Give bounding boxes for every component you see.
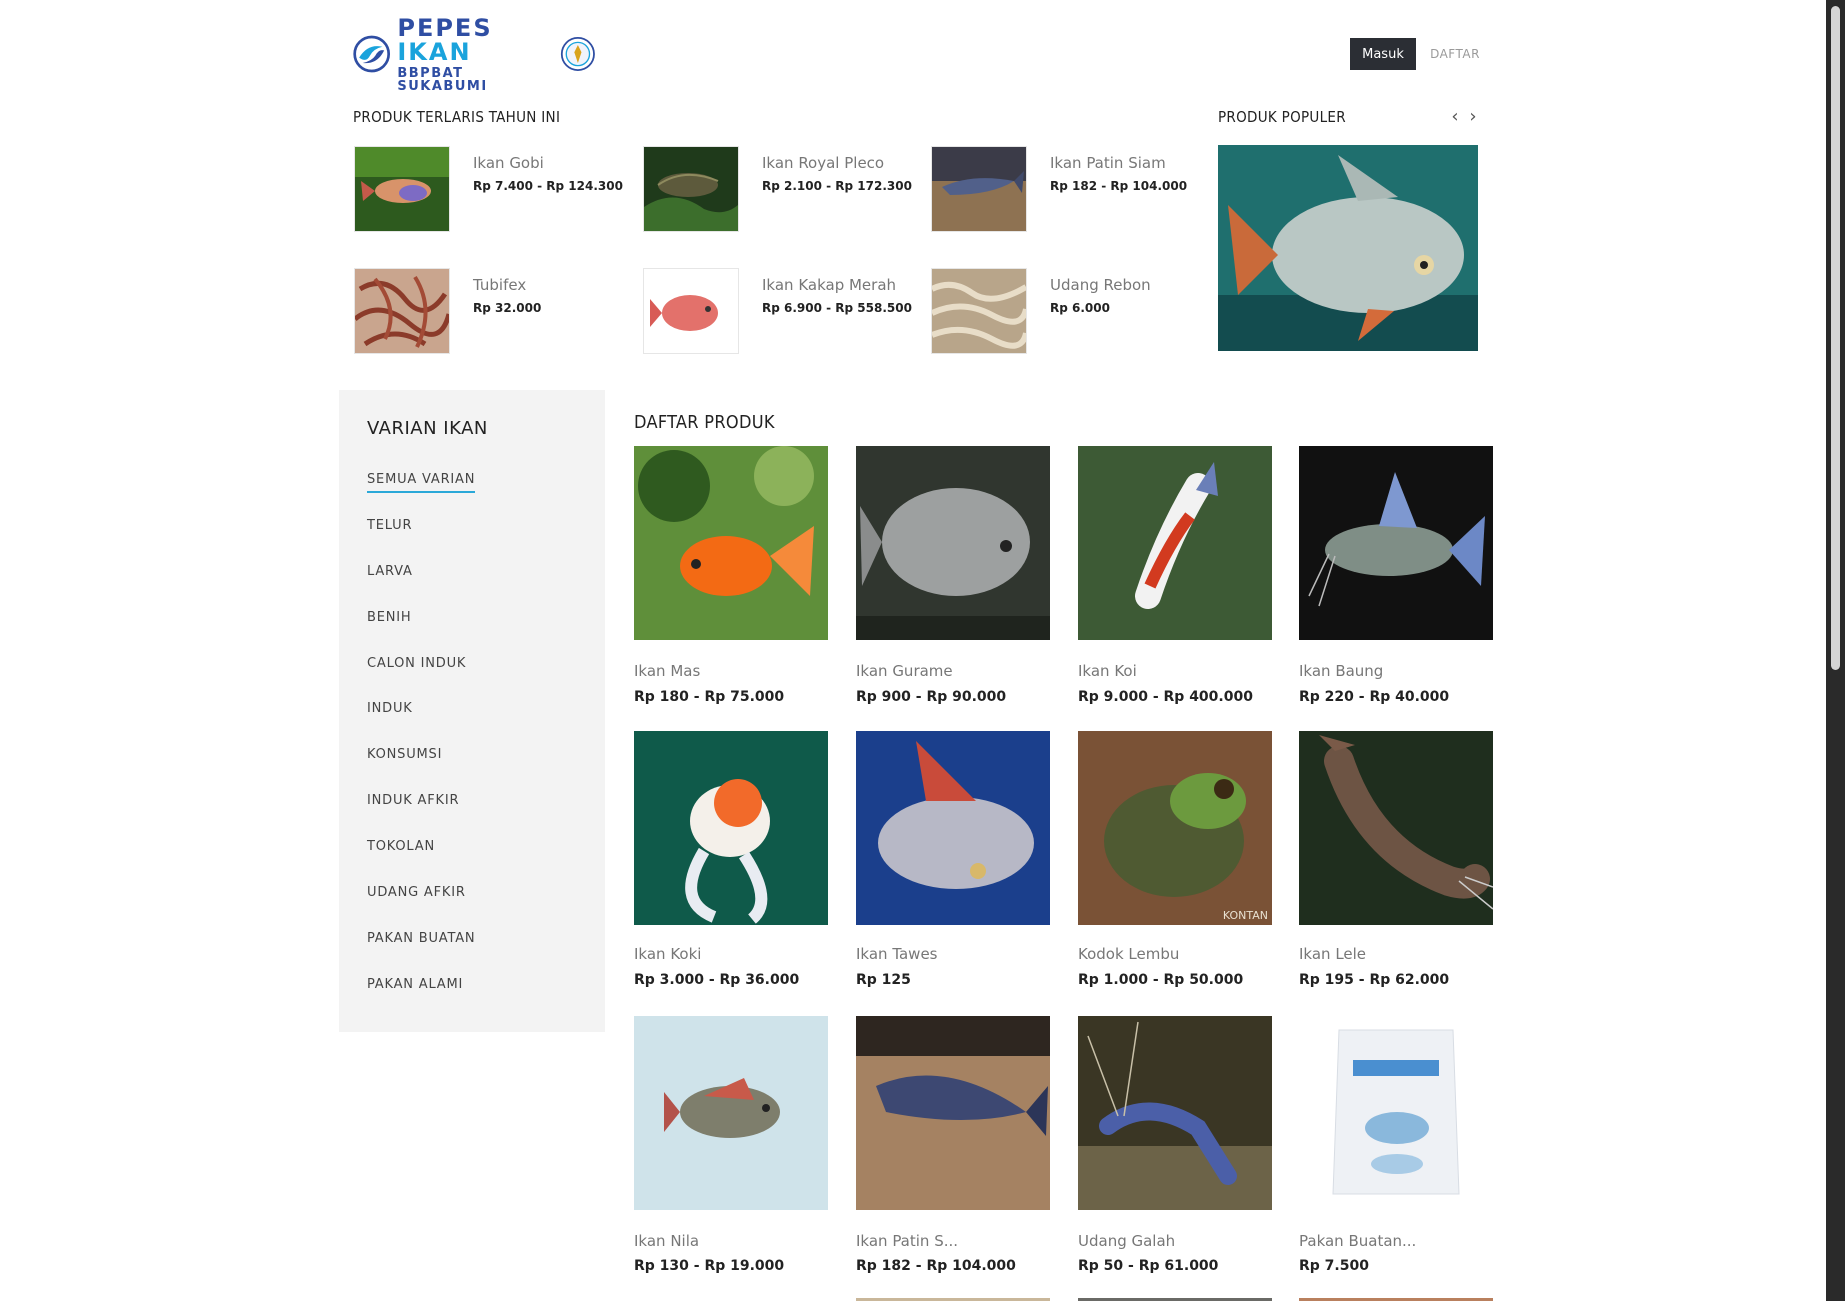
product-price: Rp 3.000 - Rp 36.000 (634, 972, 800, 988)
bestseller-thumbnail[interactable] (931, 146, 1027, 232)
register-link[interactable]: DAFTAR (1426, 38, 1484, 70)
product-image[interactable] (1299, 1016, 1493, 1210)
sidebar-item-semua-varian[interactable]: SEMUA VARIAN (367, 472, 476, 493)
product-name[interactable]: Ikan Lele (1299, 945, 1366, 963)
bestseller-price: Rp 32.000 (473, 301, 542, 315)
popular-carousel-controls: ‹ › (1449, 108, 1479, 128)
chevron-right-icon[interactable]: › (1467, 108, 1479, 128)
product-image[interactable] (1078, 446, 1272, 640)
bestseller-name[interactable]: Ikan Royal Pleco (762, 154, 884, 172)
product-name[interactable]: Kodok Lembu (1078, 945, 1179, 963)
product-price: Rp 220 - Rp 40.000 (1299, 689, 1450, 705)
product-name[interactable]: Ikan Nila (634, 1232, 699, 1250)
product-price: Rp 130 - Rp 19.000 (634, 1258, 785, 1274)
product-price: Rp 195 - Rp 62.000 (1299, 972, 1450, 988)
logo-line2: BBPBAT SUKABUMI (397, 65, 488, 94)
product-image[interactable] (1299, 446, 1493, 640)
sidebar-item-induk-afkir[interactable]: INDUK AFKIR (367, 793, 459, 808)
product-price: Rp 900 - Rp 90.000 (856, 689, 1007, 705)
popular-title: PRODUK POPULER (1218, 108, 1346, 126)
sidebar-item-induk[interactable]: INDUK (367, 701, 413, 716)
bestseller-price: Rp 182 - Rp 104.000 (1050, 179, 1188, 193)
bestseller-thumbnail[interactable] (354, 268, 450, 354)
bestseller-thumbnail[interactable] (643, 268, 739, 354)
product-image[interactable] (1299, 731, 1493, 925)
login-button[interactable]: Masuk (1350, 38, 1416, 70)
product-price: Rp 50 - Rp 61.000 (1078, 1258, 1219, 1274)
sidebar-item-pakan-alami[interactable]: PAKAN ALAMI (367, 977, 463, 992)
popular-product-image[interactable] (1218, 145, 1478, 351)
product-image[interactable]: KONTAN (1078, 731, 1272, 925)
product-image[interactable] (634, 1016, 828, 1210)
bestseller-item[interactable]: Tubifex Rp 32.000 (354, 268, 634, 356)
bestseller-item[interactable]: Ikan Gobi Rp 7.400 - Rp 124.300 (354, 146, 634, 234)
bestseller-thumbnail[interactable] (931, 268, 1027, 354)
bestseller-name[interactable]: Ikan Patin Siam (1050, 154, 1166, 172)
product-name[interactable]: Ikan Gurame (856, 662, 953, 680)
logo-line1: PEPES IKAN (397, 13, 493, 66)
bestseller-item[interactable]: Ikan Royal Pleco Rp 2.100 - Rp 172.300 (643, 146, 923, 234)
product-name[interactable]: Pakan Buatan... (1299, 1232, 1416, 1250)
logo-text: PEPES IKAN BBPBAT SUKABUMI (397, 16, 558, 93)
product-price: Rp 1.000 - Rp 50.000 (1078, 972, 1244, 988)
page-scrollbar[interactable] (1826, 0, 1845, 1301)
product-price: Rp 180 - Rp 75.000 (634, 689, 785, 705)
chevron-left-icon[interactable]: ‹ (1449, 108, 1461, 128)
sidebar-item-udang-afkir[interactable]: UDANG AFKIR (367, 885, 466, 900)
product-name[interactable]: Udang Galah (1078, 1232, 1175, 1250)
svg-text:KONTAN: KONTAN (1223, 909, 1268, 922)
sidebar-item-benih[interactable]: BENIH (367, 610, 411, 625)
product-image[interactable] (634, 446, 828, 640)
bestseller-name[interactable]: Ikan Gobi (473, 154, 544, 172)
product-name[interactable]: Ikan Mas (634, 662, 700, 680)
bestseller-name[interactable]: Udang Rebon (1050, 276, 1151, 294)
bestseller-item[interactable]: Udang Rebon Rp 6.000 (931, 268, 1211, 356)
product-image[interactable] (856, 1016, 1050, 1210)
bestseller-item[interactable]: Ikan Kakap Merah Rp 6.900 - Rp 558.500 (643, 268, 923, 356)
sidebar-item-telur[interactable]: TELUR (367, 518, 412, 533)
bestseller-name[interactable]: Ikan Kakap Merah (762, 276, 896, 294)
bestseller-price: Rp 2.100 - Rp 172.300 (762, 179, 912, 193)
sidebar-item-pakan-buatan[interactable]: PAKAN BUATAN (367, 931, 475, 946)
bestseller-thumbnail[interactable] (643, 146, 739, 232)
product-name[interactable]: Ikan Koki (634, 945, 701, 963)
product-name[interactable]: Ikan Baung (1299, 662, 1383, 680)
product-image[interactable] (1078, 1016, 1272, 1210)
sidebar-item-calon-induk[interactable]: CALON INDUK (367, 656, 466, 671)
product-name[interactable]: Ikan Patin S... (856, 1232, 958, 1250)
bestseller-thumbnail[interactable] (354, 146, 450, 232)
product-list-title: DAFTAR PRODUK (634, 412, 775, 433)
scrollbar-thumb[interactable] (1831, 6, 1840, 670)
sidebar-title: VARIAN IKAN (367, 418, 488, 439)
product-price: Rp 7.500 (1299, 1258, 1369, 1274)
product-price: Rp 125 (856, 972, 911, 988)
sidebar-item-konsumsi[interactable]: KONSUMSI (367, 747, 442, 762)
seal-icon (561, 37, 596, 71)
page: PEPES IKAN BBPBAT SUKABUMI Masuk DAFTAR … (0, 0, 1845, 1301)
bestseller-title: PRODUK TERLARIS TAHUN INI (353, 108, 561, 126)
bestseller-price: Rp 7.400 - Rp 124.300 (473, 179, 623, 193)
fish-logo-icon (353, 35, 391, 73)
sidebar-item-larva[interactable]: LARVA (367, 564, 413, 579)
product-image[interactable] (634, 731, 828, 925)
product-name[interactable]: Ikan Tawes (856, 945, 938, 963)
product-price: Rp 9.000 - Rp 400.000 (1078, 689, 1253, 705)
product-name[interactable]: Ikan Koi (1078, 662, 1137, 680)
site-logo[interactable]: PEPES IKAN BBPBAT SUKABUMI (352, 16, 596, 93)
product-image[interactable] (856, 731, 1050, 925)
sidebar-item-tokolan[interactable]: TOKOLAN (367, 839, 435, 854)
product-price: Rp 182 - Rp 104.000 (856, 1258, 1016, 1274)
bestseller-name[interactable]: Tubifex (473, 276, 526, 294)
category-sidebar: VARIAN IKAN SEMUA VARIAN TELUR LARVA BEN… (339, 390, 605, 1032)
product-image[interactable] (856, 446, 1050, 640)
bestseller-price: Rp 6.900 - Rp 558.500 (762, 301, 912, 315)
bestseller-item[interactable]: Ikan Patin Siam Rp 182 - Rp 104.000 (931, 146, 1211, 234)
bestseller-price: Rp 6.000 (1050, 301, 1110, 315)
